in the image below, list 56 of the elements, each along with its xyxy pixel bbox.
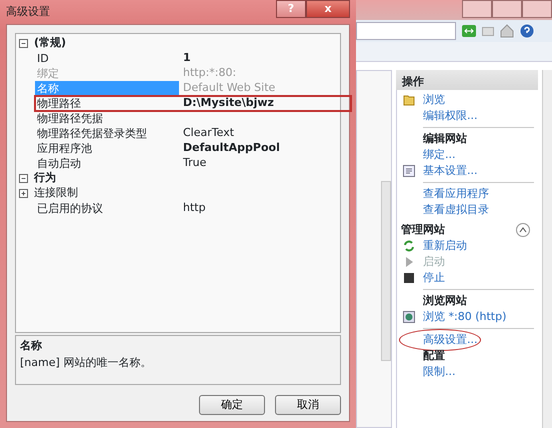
globe-icon: [403, 311, 415, 323]
scrollbar[interactable]: [542, 70, 552, 428]
description-text: [name] 网站的唯一名称。: [20, 354, 152, 370]
address-field[interactable]: [356, 22, 456, 40]
action-link[interactable]: 浏览: [423, 92, 445, 108]
property-name[interactable]: 物理路径凭据登录类型: [35, 126, 179, 141]
property-name[interactable]: 物理路径凭据: [35, 111, 179, 126]
description-title: 名称: [20, 338, 43, 354]
property-value: http:*:80:: [182, 65, 236, 82]
property-value: ClearText: [182, 125, 234, 142]
property-name[interactable]: 连接限制: [34, 185, 78, 202]
property-name[interactable]: 物理路径: [35, 96, 179, 111]
chevron-icon: [519, 226, 527, 234]
property-value: http: [182, 200, 206, 216]
cancel-button[interactable]: 取消: [275, 395, 341, 415]
property-value: Default Web Site: [182, 80, 276, 96]
category-label: 行为: [34, 170, 56, 186]
action-link[interactable]: 限制...: [423, 364, 456, 380]
section-heading: 浏览网站: [423, 292, 467, 309]
property-name[interactable]: ID: [35, 51, 179, 66]
action-link[interactable]: 停止: [423, 270, 445, 286]
play-icon: [403, 256, 415, 268]
action-link[interactable]: 高级设置...: [423, 332, 478, 348]
property-name[interactable]: 应用程序池: [35, 141, 179, 156]
action-link[interactable]: 重新启动: [423, 238, 467, 254]
help-icon[interactable]: [520, 24, 534, 38]
expand-icon[interactable]: [19, 189, 28, 198]
action-link[interactable]: 浏览 *:80 (http): [423, 308, 506, 326]
property-value: True: [182, 155, 206, 172]
category-label: (常规): [34, 35, 66, 52]
folder-icon: [403, 94, 415, 106]
property-name[interactable]: 自动启动: [35, 156, 179, 171]
collapse-button[interactable]: [516, 223, 530, 237]
refresh-icon: [403, 240, 415, 252]
section-heading: 编辑网站: [423, 130, 467, 147]
action-link[interactable]: 查看应用程序: [423, 186, 489, 202]
action-link[interactable]: 基本设置...: [423, 162, 478, 180]
network-icon[interactable]: [462, 25, 476, 37]
actions-header: 操作: [396, 70, 538, 90]
property-value: DefaultAppPool: [182, 140, 280, 156]
ok-button[interactable]: 确定: [199, 395, 265, 415]
stop-icon: [403, 272, 415, 284]
action-link[interactable]: 绑定...: [423, 146, 456, 164]
collapse-icon[interactable]: [19, 174, 28, 183]
collapse-icon[interactable]: [19, 39, 28, 48]
close-button[interactable]: x: [306, 0, 350, 18]
section-heading: 配置: [423, 348, 445, 364]
property-name[interactable]: 已启用的协议: [35, 201, 179, 216]
action-link[interactable]: 编辑权限...: [423, 108, 478, 124]
property-value: D:\Mysite\bjwz: [182, 95, 274, 112]
property-value: 1: [182, 50, 191, 66]
action-link[interactable]: 查看虚拟目录: [423, 202, 489, 218]
section-heading: 管理网站: [401, 222, 445, 238]
dialog-title: 高级设置: [6, 4, 50, 20]
home-icon[interactable]: [500, 24, 514, 38]
scrollbar[interactable]: [381, 181, 391, 361]
